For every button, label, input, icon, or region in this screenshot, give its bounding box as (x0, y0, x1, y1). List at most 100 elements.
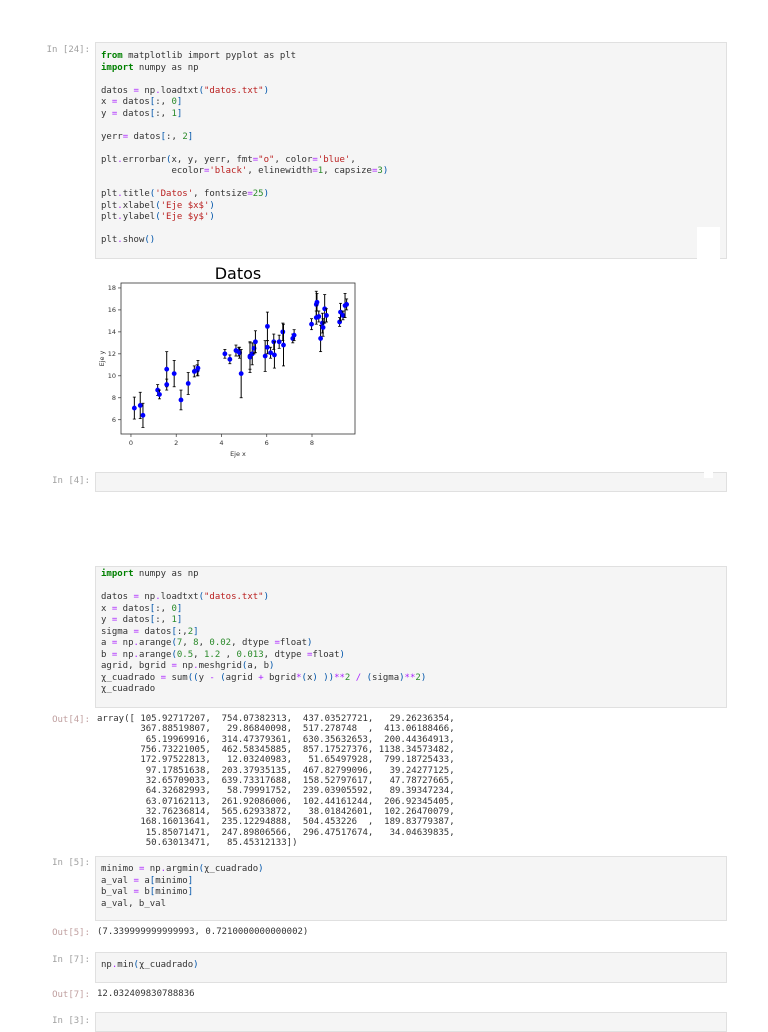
input-prompt: In [4]: (52, 476, 90, 486)
y-tick-label: 16 (108, 306, 116, 314)
output-line: 367.88519807, 29.86840098, 517.278748 , … (97, 724, 455, 735)
code-line: χ_cuadrado (101, 684, 156, 694)
data-point (272, 352, 277, 358)
input-prompt: In [5]: (52, 858, 90, 868)
data-point (291, 332, 297, 338)
output-line: 32.76236814, 565.62933872, 38.01842601, … (97, 807, 455, 818)
x-tick-label: 4 (219, 439, 223, 447)
code-block: from matplotlib import pyplot as plt impo… (101, 51, 388, 247)
data-point (185, 381, 191, 386)
x-axis-label: Eje x (230, 450, 246, 458)
data-point (281, 342, 286, 348)
data-point (137, 403, 143, 408)
data-point (131, 405, 137, 411)
data-point (337, 319, 343, 325)
code-block: import numpy as np datos = np.loadtxt("d… (101, 569, 426, 696)
code-line: a = np.arange(7, 8, 0.02, dtype =float) (101, 638, 313, 648)
code-line: x = datos[:, 0] (101, 97, 183, 107)
code-line: b_val = b[minimo] (101, 887, 194, 897)
output-line: 65.19969916, 314.47379361, 630.35632653,… (97, 734, 455, 745)
data-point (171, 371, 177, 376)
code-line: b = np.arange(0.5, 1.2 , 0.013, dtype =f… (101, 649, 345, 660)
data-point (222, 351, 228, 357)
data-point (178, 397, 184, 403)
output-line: (7.339999999999993, 0.7210000000000002) (97, 927, 309, 937)
output-text: (7.339999999999993, 0.7210000000000002) (97, 927, 308, 937)
code-line: plt.errorbar(x, y, yerr, fmt="o", color=… (101, 154, 356, 165)
output-line: 168.16013641, 235.12294888, 504.453226 ,… (97, 817, 455, 828)
code-line: minimo = np.argmin(χ_cuadrado) (101, 864, 264, 874)
y-axis-label: Eje y (98, 350, 106, 366)
output-line: 63.07162113, 261.92086006, 102.44161244,… (97, 796, 455, 807)
output-line: 12.032409830788836 (97, 989, 195, 999)
code-line: import numpy as np (101, 62, 199, 73)
code-line: y = datos[:, 1] (101, 615, 183, 625)
code-line: ecolor='black', elinewidth=1, capsize=3) (101, 166, 389, 176)
code-line: x = datos[:, 0] (101, 603, 183, 614)
output-prompt: Out[5]: (52, 928, 90, 938)
data-point (140, 412, 146, 418)
y-tick-label: 6 (112, 416, 116, 424)
output-line: 97.17851638, 203.37935135, 467.82799096,… (97, 765, 455, 776)
code-cell-input[interactable] (95, 472, 727, 492)
output-line: 15.85071471, 247.89806566, 296.47517674,… (97, 827, 455, 838)
output-line: 32.65709033, 639.73317688, 158.52797617,… (97, 776, 455, 787)
code-line: import numpy as np (101, 569, 199, 579)
data-point (164, 366, 170, 372)
y-tick-label: 8 (112, 394, 116, 402)
data-point (195, 365, 201, 371)
output-prompt: Out[7]: (52, 990, 90, 1000)
y-tick-label: 14 (108, 328, 116, 336)
output-text: 12.032409830788836 (97, 989, 195, 999)
y-tick-label: 10 (108, 372, 116, 380)
data-point (276, 339, 282, 345)
input-prompt: In [3]: (52, 1016, 90, 1026)
code-line: plt.show() (101, 235, 156, 245)
data-point (344, 302, 350, 307)
code-line: plt.title('Datos', fontsize=25) (101, 189, 270, 199)
output-line: array([ 105.92717207, 754.07382313, 437.… (97, 714, 455, 724)
errorbar-chart: Datos 0 2 4 6 8 6 8 10 12 14 16 18 Eje x Eje y (98, 264, 356, 458)
data-point (157, 392, 162, 397)
data-point (318, 336, 324, 341)
x-tick-label: 0 (129, 439, 133, 447)
output-line: 756.73221005, 462.58345885, 857.17527376… (97, 745, 455, 756)
x-tick-label: 2 (174, 439, 178, 447)
x-tick-label: 8 (310, 439, 314, 447)
y-tick-label: 18 (108, 284, 116, 292)
code-line: a_val = a[minimo] (101, 875, 194, 886)
code-line: datos = np.loadtxt("datos.txt") (101, 592, 270, 602)
data-point (227, 356, 233, 362)
data-point (262, 353, 268, 359)
output-line: 50.63013471, 85.45312133]) (97, 838, 298, 849)
code-line: χ_cuadrado = sum((y - (agrid + bgrid*(x)… (101, 672, 427, 683)
overlay-patch (704, 472, 713, 478)
code-line: np.min(χ_cuadrado) (101, 960, 199, 970)
input-prompt: In [24]: (46, 45, 90, 55)
code-line: sigma = datos[:,2] (101, 626, 199, 637)
chart-title: Datos (215, 264, 262, 283)
code-line: a_val, b_val (101, 898, 167, 909)
input-prompt: In [7]: (52, 955, 90, 965)
data-point (238, 371, 244, 376)
data-point (164, 382, 170, 387)
code-line: plt.ylabel('Eje $y$') (101, 212, 215, 222)
code-line: yerr= datos[:, 2] (101, 131, 194, 142)
code-line: agrid, bgrid = np.meshgrid(a, b) (101, 661, 275, 671)
x-tick-label: 6 (265, 439, 269, 447)
output-line: 172.97522813, 12.03240983, 51.65497928, … (97, 755, 455, 766)
output-prompt: Out[4]: (52, 715, 90, 725)
code-cell-input[interactable] (95, 1012, 727, 1032)
code-line: plt.xlabel('Eje $x$') (101, 200, 215, 211)
code-block: minimo = np.argmin(χ_cuadrado) a_val = a[… (101, 864, 264, 910)
data-point (309, 321, 314, 327)
output-line: 64.32682993, 58.79991752, 239.03905592, … (97, 786, 455, 797)
code-line: y = datos[:, 1] (101, 108, 183, 119)
data-point (316, 314, 322, 319)
code-block: np.min(χ_cuadrado) (101, 960, 199, 972)
